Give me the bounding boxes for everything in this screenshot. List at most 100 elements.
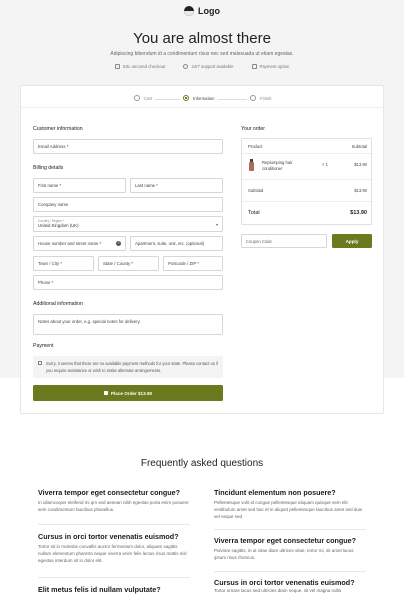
divider xyxy=(21,107,385,108)
subtotal-label: Subtotal xyxy=(248,188,264,193)
faq-answer: Tortor ornare lacus sed ultricies diam n… xyxy=(214,588,342,593)
faq-item[interactable]: Elit metus felis id nullam vulputate? xyxy=(38,585,190,594)
postcode-field[interactable]: Postcode / ZIP * xyxy=(163,256,223,271)
logo-icon xyxy=(184,6,194,16)
town-placeholder: Town / City * xyxy=(38,261,62,266)
checkout-card: Cart Information Finish Customer informa… xyxy=(20,85,385,414)
payment-notice: Sorry, it seems that there are no availa… xyxy=(33,356,223,378)
step-radio-icon xyxy=(183,95,189,101)
feature-support: 24/7 support available xyxy=(183,64,234,69)
help-icon[interactable]: ? xyxy=(116,241,121,246)
coupon-placeholder: Coupon Code xyxy=(246,238,272,244)
step-finish[interactable]: Finish xyxy=(247,95,275,101)
faq-item[interactable]: Cursus in orci tortor venenatis euismod?… xyxy=(214,578,366,595)
state-field[interactable]: State / County * xyxy=(98,256,159,271)
order-summary-table: Product Subtotal Replumping hair conditi… xyxy=(241,138,373,225)
company-field[interactable]: Company name xyxy=(33,197,223,212)
company-placeholder: Company name xyxy=(38,202,69,207)
logo-text: Logo xyxy=(198,6,220,16)
faq-question: Tincidunt elementum non posuere? xyxy=(214,488,336,497)
faq-answer: Pulvinar sagittis, in ut vitae diam ultr… xyxy=(214,548,354,560)
order-title: Your order xyxy=(241,126,266,132)
step-label: Cart xyxy=(144,95,153,101)
town-field[interactable]: Town / City * xyxy=(33,256,94,271)
logo[interactable]: Logo xyxy=(0,6,404,16)
step-cart[interactable]: Cart xyxy=(131,95,156,101)
order-notes-textarea[interactable]: Notes about your order, e.g. special not… xyxy=(33,314,223,335)
feature-label: 24/7 support available xyxy=(191,64,234,69)
country-value: United Kingdom (UK) xyxy=(38,223,79,228)
country-label: Country / Region * xyxy=(38,218,65,223)
faq-question: Viverra tempor eget consectetur congue? xyxy=(214,536,357,545)
first-name-placeholder: First name * xyxy=(38,183,62,188)
faq-answer: Tortor sit in molestie convallis auctor … xyxy=(38,544,187,563)
step-radio-icon xyxy=(250,95,256,101)
chevron-down-icon: ▾ xyxy=(215,222,218,227)
apply-coupon-button[interactable]: Apply xyxy=(332,234,372,248)
payment-notice-text: Sorry, it seems that there are no availa… xyxy=(46,361,218,373)
feature-label: Payment option xyxy=(259,64,290,69)
state-placeholder: State / County * xyxy=(103,261,134,266)
notes-placeholder: Notes about your order, e.g. special not… xyxy=(38,319,141,324)
lock-icon xyxy=(103,391,108,395)
email-field[interactable]: Email Address * xyxy=(33,139,223,154)
faq-item[interactable]: Cursus in orci tortor venenatis euismod?… xyxy=(38,532,190,564)
feature-list: SSL secured checkout 24/7 support availa… xyxy=(0,64,404,69)
house-placeholder: House number and street name * xyxy=(38,241,102,246)
phone-field[interactable]: Phone * xyxy=(33,275,223,290)
checkout-steps: Cart Information Finish xyxy=(21,95,385,105)
email-placeholder: Email Address * xyxy=(38,144,69,149)
feature-label: SSL secured checkout xyxy=(122,64,166,69)
support-icon xyxy=(183,64,189,69)
step-label: Finish xyxy=(260,95,272,101)
divider xyxy=(38,577,190,578)
faq-item[interactable]: Viverra tempor eget consectetur congue? … xyxy=(38,488,190,514)
divider xyxy=(214,529,366,530)
divider xyxy=(38,524,190,525)
billing-title: Billing details xyxy=(33,165,64,171)
product-thumbnail xyxy=(249,159,254,171)
apartment-placeholder: Apartment, suite, unit, etc. (optional) xyxy=(135,241,205,246)
step-label: Information xyxy=(193,95,215,101)
last-name-placeholder: Last name * xyxy=(135,183,158,188)
page-subtitle: Adipiscing bibendum id a condimentum ris… xyxy=(110,51,294,57)
place-order-button[interactable]: Place Order $13.90 xyxy=(33,385,223,401)
subtotal-value: $13.90 xyxy=(354,188,367,193)
feature-payment: Payment option xyxy=(251,64,290,69)
page-title: You are almost there xyxy=(133,30,271,47)
faq-question: Elit metus felis id nullam vulputate? xyxy=(38,585,161,594)
first-name-field[interactable]: First name * xyxy=(33,178,126,193)
divider xyxy=(242,179,373,180)
divider xyxy=(242,201,373,202)
faq-question: Viverra tempor eget consectetur congue? xyxy=(38,488,181,497)
total-label: Total xyxy=(248,210,260,216)
lock-icon xyxy=(114,64,120,69)
faq-question: Cursus in orci tortor venenatis euismod? xyxy=(214,578,355,587)
coupon-input[interactable]: Coupon Code xyxy=(241,234,327,248)
item-qty: × 1 xyxy=(322,162,328,167)
additional-info-title: Additional information xyxy=(33,301,83,307)
total-value: $13.90 xyxy=(350,210,367,216)
info-icon xyxy=(38,361,42,365)
item-price: $13.90 xyxy=(354,162,367,167)
divider xyxy=(242,153,373,154)
faq-answer: In ullamcorper eleifend mi qm sed aenean… xyxy=(38,500,189,512)
faq-item[interactable]: Viverra tempor eget consectetur congue? … xyxy=(214,536,366,562)
step-information[interactable]: Information xyxy=(180,95,218,101)
customer-info-title: Customer information xyxy=(33,126,83,132)
postcode-placeholder: Postcode / ZIP * xyxy=(168,261,199,266)
faq-answer: Pellentesque volit id congue pellentesqu… xyxy=(214,500,363,519)
faq-item[interactable]: Tincidunt elementum non posuere? Pellent… xyxy=(214,488,366,520)
card-icon xyxy=(251,64,257,69)
apartment-field[interactable]: Apartment, suite, unit, etc. (optional) xyxy=(130,236,223,251)
faq-question: Cursus in orci tortor venenatis euismod? xyxy=(38,532,179,541)
last-name-field[interactable]: Last name * xyxy=(130,178,223,193)
house-field[interactable]: House number and street name * ? xyxy=(33,236,126,251)
payment-title: Payment xyxy=(33,343,54,349)
divider xyxy=(214,571,366,572)
country-select[interactable]: Country / Region * United Kingdom (UK) ▾ xyxy=(33,216,223,232)
phone-placeholder: Phone * xyxy=(38,280,54,285)
col-subtotal: Subtotal xyxy=(351,144,367,149)
col-product: Product xyxy=(248,144,263,149)
feature-ssl: SSL secured checkout xyxy=(114,64,166,69)
